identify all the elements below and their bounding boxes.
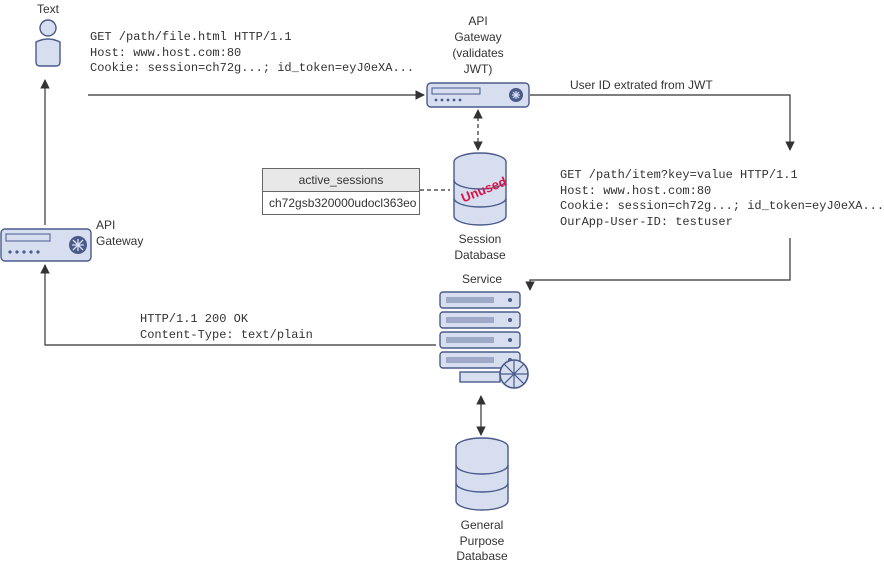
user-label: Text: [28, 2, 68, 18]
general-database-icon: [454, 437, 510, 516]
service-label: Service: [456, 272, 508, 288]
api-gateway-2-icon: [0, 228, 92, 265]
active-sessions-table: active_sessions ch72gsb320000udocl363eo: [262, 168, 420, 215]
general-database-label: General Purpose Database: [450, 518, 514, 565]
session-database-label: Session Database: [448, 232, 512, 263]
http-request-2: GET /path/item?key=value HTTP/1.1 Host: …: [560, 168, 884, 230]
table-header: active_sessions: [263, 169, 419, 192]
http-request-1: GET /path/file.html HTTP/1.1 Host: www.h…: [90, 30, 414, 77]
api-gateway-2-label: API Gateway: [96, 218, 150, 249]
api-gateway-1-title: API Gateway: [440, 14, 516, 45]
api-gateway-1-icon: [426, 82, 530, 111]
api-gateway-1-subtitle: (validates JWT): [440, 46, 516, 77]
user-icon: [30, 18, 66, 81]
table-row: ch72gsb320000udocl363eo: [263, 192, 419, 214]
http-response: HTTP/1.1 200 OK Content-Type: text/plain: [140, 312, 313, 343]
edge-extract-label: User ID extrated from JWT: [570, 78, 750, 94]
service-icon: [436, 290, 532, 397]
